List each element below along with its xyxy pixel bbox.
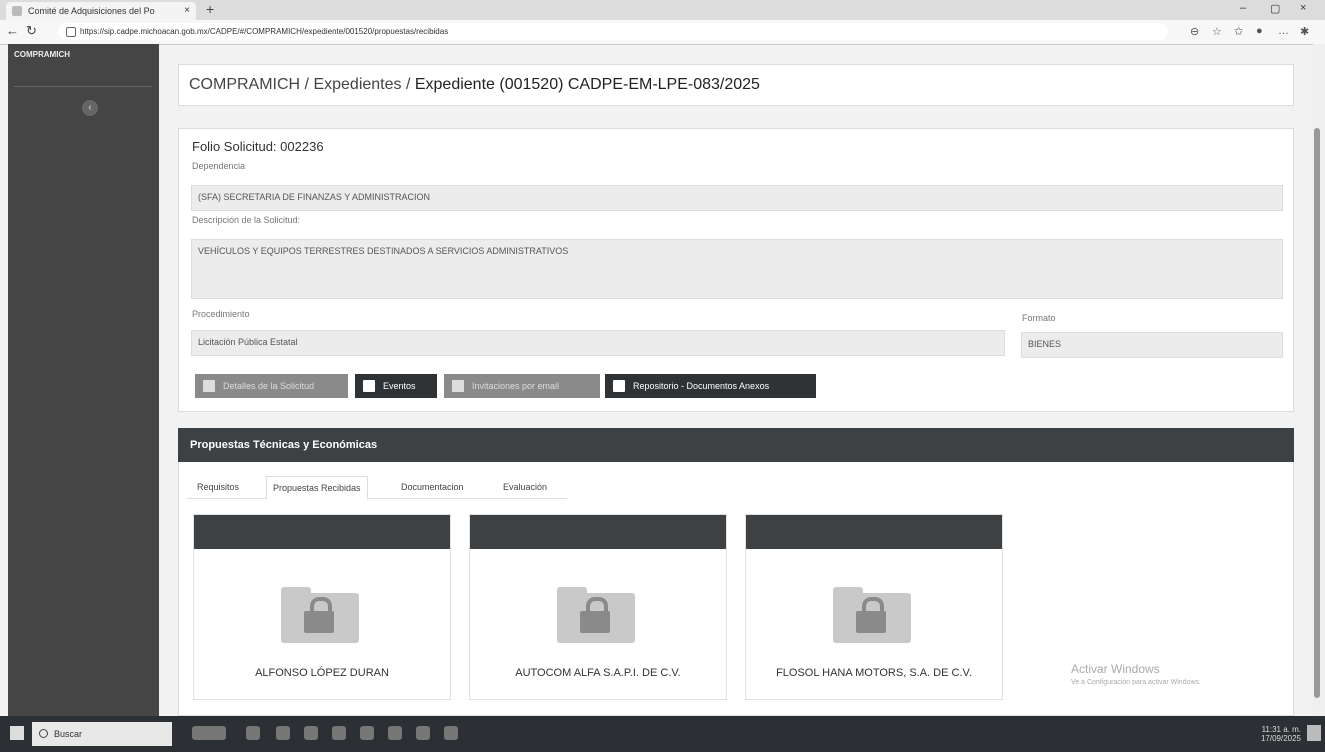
propuesta-card-header: [194, 515, 450, 549]
procedimiento-label: Procedimiento: [192, 309, 250, 319]
page-header: COMPRAMICH / Expedientes / Expediente (0…: [178, 64, 1294, 106]
dependencia-label: Dependencia: [192, 161, 246, 171]
archive-icon: [613, 380, 625, 392]
tab-close-icon[interactable]: ×: [184, 2, 190, 20]
formato-field: BIENES: [1021, 332, 1283, 358]
weather-icon[interactable]: [192, 726, 226, 740]
edge-icon[interactable]: [304, 726, 318, 740]
sidebar-divider: [14, 86, 152, 87]
more-icon[interactable]: …: [1278, 25, 1289, 37]
sidebar-collapse-icon[interactable]: ‹: [82, 100, 98, 116]
lock-icon: [66, 27, 76, 37]
back-arrow-icon[interactable]: ←: [6, 23, 19, 38]
url-text: https://sip.cadpe.michoacan.gob.mx/CADPE…: [80, 27, 449, 36]
folio-value: 002236: [280, 139, 324, 154]
address-bar: ← ↻ https://sip.cadpe.michoacan.gob.mx/C…: [0, 20, 1325, 45]
clock-date: 17/09/2025: [1260, 734, 1301, 743]
propuesta-card[interactable]: FLOSOL HANA MOTORS, S.A. DE C.V.: [745, 514, 1003, 700]
formato-label: Formato: [1022, 313, 1056, 323]
invitaciones-label: Invitaciones por email: [472, 381, 560, 391]
tab-evaluacion[interactable]: Evaluación: [503, 476, 547, 498]
url-input[interactable]: https://sip.cadpe.michoacan.gob.mx/CADPE…: [58, 23, 1168, 40]
proveedor-name: AUTOCOM ALFA S.A.P.I. DE C.V.: [515, 667, 681, 679]
scrollbar-thumb[interactable]: [1314, 128, 1320, 698]
breadcrumb-expediente: Expediente (001520) CADPE-EM-LPE-083/202…: [414, 76, 760, 93]
sidebar-brand[interactable]: COMPRAMICH: [14, 50, 70, 59]
browser-tab-bar: Comité de Adquisiciones del Po × + – ▢ ×: [0, 0, 1325, 20]
proveedor-name: FLOSOL HANA MOTORS, S.A. DE C.V.: [776, 667, 972, 679]
page-scrollbar[interactable]: [1313, 44, 1325, 716]
breadcrumb-separator: /: [401, 76, 415, 93]
eventos-label: Eventos: [383, 381, 416, 391]
notifications-icon[interactable]: [1307, 725, 1321, 741]
propuesta-card[interactable]: AUTOCOM ALFA S.A.P.I. DE C.V.: [469, 514, 727, 700]
watermark-subtitle: Ve a Configuración para activar Windows.: [1071, 679, 1201, 686]
propuestas-panel-header: Propuestas Técnicas y Económicas: [178, 428, 1294, 462]
app-icon[interactable]: [388, 726, 402, 740]
tab-requisitos[interactable]: Requisitos: [197, 476, 239, 498]
close-window-button[interactable]: ×: [1300, 2, 1306, 14]
locked-folder-icon: [833, 587, 911, 643]
refresh-icon[interactable]: ↻: [26, 23, 37, 39]
users-icon: [452, 380, 464, 392]
propuesta-card[interactable]: ALFONSO LÓPEZ DURAN: [193, 514, 451, 700]
favicon-icon: [12, 6, 22, 16]
breadcrumb-compramich[interactable]: COMPRAMICH: [189, 76, 300, 93]
task-view-icon[interactable]: [246, 726, 260, 740]
folio-label: Folio Solicitud:: [192, 139, 277, 154]
propuestas-title: Propuestas Técnicas y Económicas: [190, 439, 378, 451]
favorites-icon[interactable]: ✩: [1234, 25, 1243, 38]
breadcrumb: COMPRAMICH / Expedientes / Expediente (0…: [189, 76, 760, 94]
calendar-icon: [363, 380, 375, 392]
breadcrumb-separator: /: [300, 76, 314, 93]
search-icon: [39, 729, 48, 738]
windows-taskbar: Buscar 11:31 a. m. 17/09/2025: [0, 716, 1325, 752]
repositorio-button[interactable]: Repositorio - Documentos Anexos: [605, 374, 816, 398]
folio-solicitud: Folio Solicitud: 002236: [192, 139, 324, 154]
maximize-button[interactable]: ▢: [1270, 2, 1280, 15]
app-icon[interactable]: [276, 726, 290, 740]
tab-propuestas-recibidas[interactable]: Propuestas Recibidas: [266, 476, 368, 500]
activate-windows-watermark: Activar Windows Ve a Configuración para …: [1071, 662, 1201, 686]
app-icon[interactable]: [332, 726, 346, 740]
extensions-icon[interactable]: ✱: [1300, 25, 1309, 38]
file-icon: [203, 380, 215, 392]
repositorio-label: Repositorio - Documentos Anexos: [633, 381, 770, 391]
favorite-star-icon[interactable]: ☆: [1212, 25, 1222, 38]
procedimiento-field: Licitación Pública Estatal: [191, 330, 1005, 356]
breadcrumb-expedientes[interactable]: Expedientes: [313, 76, 401, 93]
browser-tab[interactable]: Comité de Adquisiciones del Po ×: [6, 2, 196, 20]
propuestas-tabs: Requisitos Propuestas Recibidas Document…: [187, 476, 567, 500]
browser-tab-title: Comité de Adquisiciones del Po: [28, 6, 155, 16]
locked-folder-icon: [281, 587, 359, 643]
sidebar: COMPRAMICH ‹: [8, 44, 159, 716]
app-icon[interactable]: [444, 726, 458, 740]
app-icon[interactable]: [360, 726, 374, 740]
descripcion-label: Descripción de la Solicitud:: [192, 215, 301, 225]
clock-time: 11:31 a. m.: [1261, 725, 1301, 734]
detalles-label: Detalles de la Solicitud: [223, 381, 315, 391]
locked-folder-icon: [557, 587, 635, 643]
solicitud-card: Folio Solicitud: 002236 Dependencia (SFA…: [178, 128, 1294, 412]
dependencia-field: (SFA) SECRETARIA DE FINANZAS Y ADMINISTR…: [191, 185, 1283, 211]
propuesta-card-header: [746, 515, 1002, 549]
invitaciones-button[interactable]: Invitaciones por email: [444, 374, 600, 398]
zoom-icon[interactable]: ⊖: [1190, 25, 1199, 38]
watermark-title: Activar Windows: [1071, 662, 1160, 676]
tab-documentacion[interactable]: Documentacion: [401, 476, 464, 498]
detalles-solicitud-button[interactable]: Detalles de la Solicitud: [195, 374, 348, 398]
propuesta-card-header: [470, 515, 726, 549]
start-icon[interactable]: [10, 726, 24, 740]
profile-icon[interactable]: ●: [1256, 25, 1263, 37]
minimize-button[interactable]: –: [1240, 2, 1246, 14]
chrome-icon[interactable]: [416, 726, 430, 740]
proveedor-name: ALFONSO LÓPEZ DURAN: [255, 667, 389, 679]
taskbar-search-input[interactable]: Buscar: [32, 722, 172, 746]
eventos-button[interactable]: Eventos: [355, 374, 437, 398]
new-tab-button[interactable]: +: [206, 1, 214, 17]
search-placeholder: Buscar: [54, 729, 83, 739]
system-clock[interactable]: 11:31 a. m. 17/09/2025: [1261, 725, 1301, 743]
descripcion-field: VEHÍCULOS Y EQUIPOS TERRESTRES DESTINADO…: [191, 239, 1283, 299]
